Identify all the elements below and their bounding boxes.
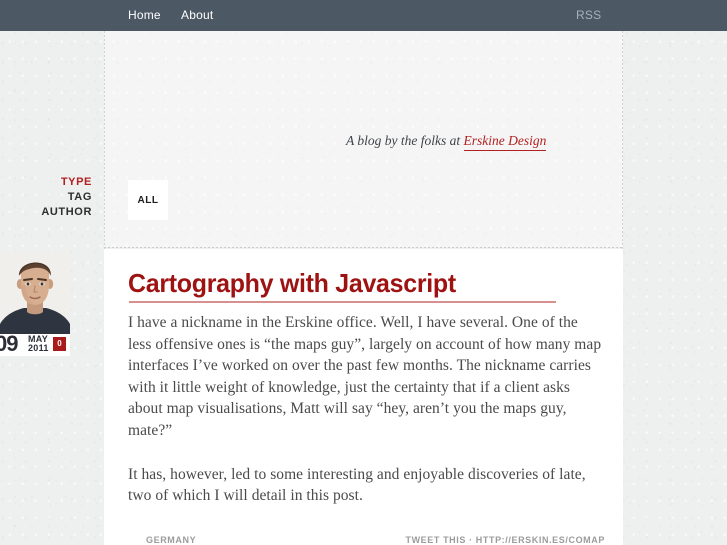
nav-link-about[interactable]: About [181, 8, 213, 22]
tagline-prefix: A blog by the folks at [346, 133, 464, 148]
filter-item-tag[interactable]: TAG [0, 190, 92, 205]
site-tagline: A blog by the folks at Erskine Design [346, 133, 547, 151]
article-card: Cartography with Javascript I have a nic… [104, 249, 623, 545]
filter-item-type[interactable]: TYPE [0, 175, 92, 190]
comment-count-badge[interactable]: 0 [53, 337, 66, 351]
tagline-brand-link[interactable]: Erskine Design [463, 133, 547, 151]
post-date-day: 09 [0, 331, 19, 356]
title-underline-rule [129, 301, 556, 303]
post-meta-category[interactable]: GERMANY [146, 535, 196, 544]
post-meta-row: GERMANY TWEET THIS · HTTP://ERSKIN.ES/CO… [128, 535, 605, 544]
filter-all-label: ALL [137, 194, 159, 206]
post-body: I have a nickname in the Erskine office.… [128, 312, 605, 529]
post-title-link[interactable]: Cartography with Javascript [128, 268, 456, 298]
filter-all-button[interactable]: ALL [128, 180, 168, 220]
filter-item-author[interactable]: AUTHOR [0, 205, 92, 220]
post-meta-share[interactable]: TWEET THIS · HTTP://ERSKIN.ES/COMAP [405, 535, 605, 544]
post-date-year: 2011 [28, 343, 49, 353]
filter-sidebar: TYPE TAG AUTHOR [0, 175, 92, 220]
post-date-badge: 09 MAY 2011 0 [0, 331, 70, 356]
author-avatar[interactable] [0, 252, 70, 337]
nav-link-rss[interactable]: RSS [576, 8, 601, 22]
post-paragraph-1: I have a nickname in the Erskine office.… [128, 314, 602, 439]
nav-link-home[interactable]: Home [128, 8, 161, 22]
top-navigation-bar: Home About RSS [0, 0, 727, 31]
post-paragraph-2: It has, however, led to some interesting… [128, 465, 586, 505]
page-root: Home About RSS A blog by the folks at Er… [0, 0, 727, 545]
dotted-guide-horizontal [104, 247, 623, 248]
